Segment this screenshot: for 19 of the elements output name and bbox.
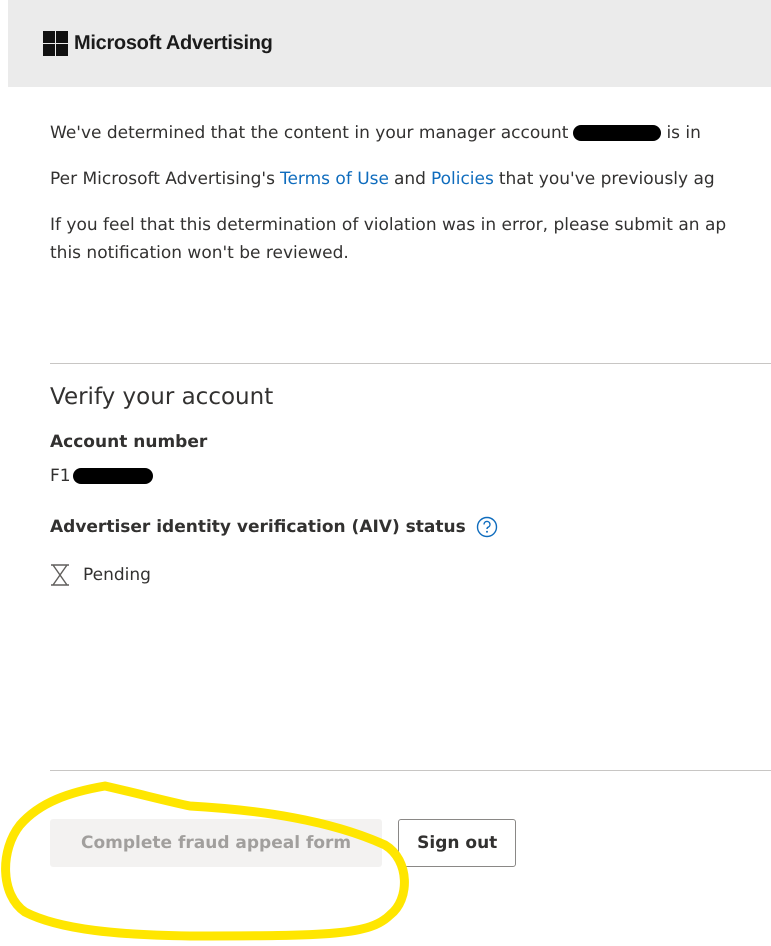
message-text: that you've previously ag bbox=[498, 168, 715, 191]
policy-link[interactable]: Terms of Use bbox=[280, 165, 389, 193]
account-number: F1 bbox=[50, 466, 71, 486]
policy-link[interactable]: Policies bbox=[430, 165, 494, 193]
message-text: and bbox=[394, 168, 426, 191]
hourglass-icon bbox=[50, 564, 70, 586]
field-label: Advertiser identity verification (AIV) status bbox=[50, 517, 466, 537]
message-text: this notification won't be reviewed. bbox=[50, 242, 349, 265]
help-icon[interactable] bbox=[476, 516, 498, 538]
sign-out-button[interactable]: Sign out bbox=[398, 819, 516, 867]
status-text: Pending bbox=[83, 565, 151, 585]
message-text: Per Microsoft Advertising's bbox=[50, 168, 275, 191]
section-title: Verify your account bbox=[50, 384, 274, 410]
message-text: is in bbox=[666, 122, 701, 145]
logo-icon bbox=[43, 31, 68, 56]
field-label: Account number bbox=[50, 432, 208, 452]
brand-name: Microsoft Advertising bbox=[74, 32, 273, 55]
message-text: If you feel that this determination of violation was in error, please submit an ap bbox=[50, 214, 726, 237]
message-text: We've determined that the content in your manager account bbox=[50, 122, 568, 145]
